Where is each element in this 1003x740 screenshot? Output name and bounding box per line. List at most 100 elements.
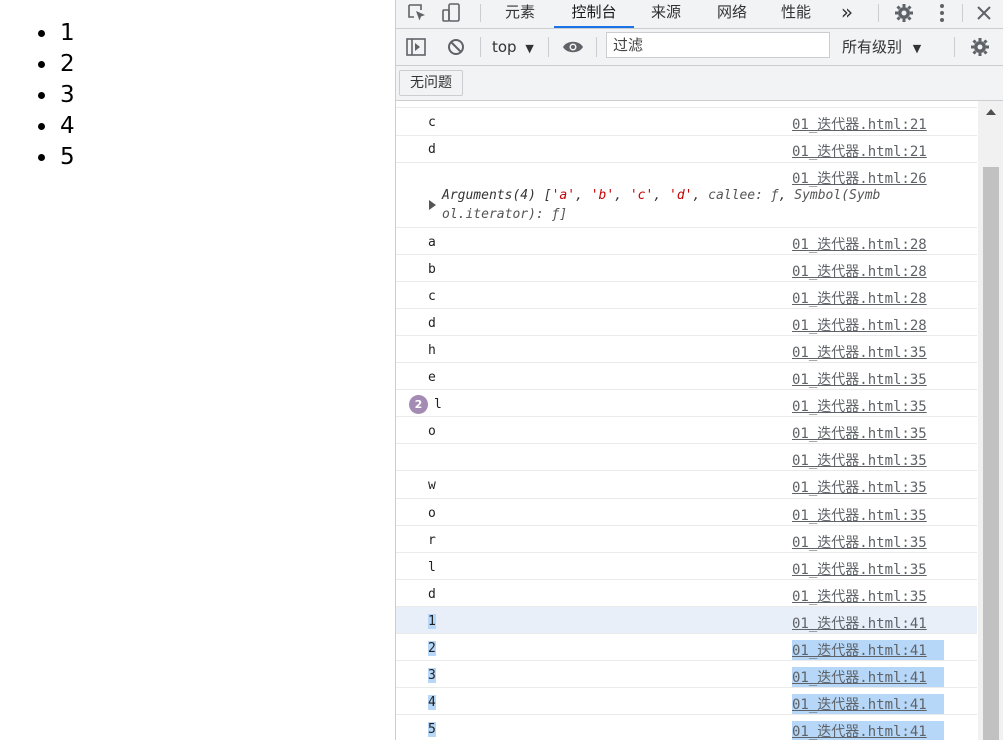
list-item: 5 xyxy=(58,142,75,173)
console-row: l 01_迭代器.html:35 xyxy=(396,553,977,580)
page-list: 1 2 3 4 5 xyxy=(0,18,75,173)
sidebar-toggle-icon[interactable] xyxy=(404,34,428,60)
console-row: 2 01_迭代器.html:41 xyxy=(396,634,977,661)
arguments-object[interactable]: Arguments(4) ['a', 'b', 'c', 'd', callee… xyxy=(442,186,942,224)
console-row: e 01_迭代器.html:35 xyxy=(396,363,977,390)
console-row: d 01_迭代器.html:21 xyxy=(396,135,977,163)
console-row: 3 01_迭代器.html:41 xyxy=(396,661,977,688)
dropdown-arrow-icon: ▼ xyxy=(912,42,922,55)
source-link[interactable]: 01_迭代器.html:28 xyxy=(792,234,927,254)
tab-console[interactable]: 控制台 xyxy=(554,0,634,28)
device-toolbar-icon[interactable] xyxy=(438,0,464,26)
source-link[interactable]: 01_迭代器.html:35 xyxy=(792,396,927,416)
arguments-prefix: Arguments(4) [ xyxy=(442,188,552,203)
console-row: r 01_迭代器.html:35 xyxy=(396,526,977,553)
console-toolbar: top ▼ 所有级别 ▼ xyxy=(396,29,1003,66)
tab-elements[interactable]: 元素 xyxy=(492,0,548,26)
more-tabs-icon[interactable]: » xyxy=(834,0,860,26)
console-message: l xyxy=(428,560,436,575)
arguments-callee: callee: ƒ xyxy=(708,188,779,203)
source-link[interactable]: 01_迭代器.html:21 xyxy=(792,114,927,134)
console-message: d xyxy=(428,316,436,331)
console-settings-gear-icon[interactable] xyxy=(968,34,992,60)
console-message: b xyxy=(428,262,436,277)
source-link[interactable]: 01_迭代器.html:28 xyxy=(792,288,927,308)
console-message: c xyxy=(428,115,436,130)
tab-performance[interactable]: 性能 xyxy=(770,0,822,26)
arguments-symbol-part1: Symbol(Symb xyxy=(794,188,881,203)
source-link[interactable]: 01_迭代器.html:35 xyxy=(792,450,927,470)
console-row: 4 01_迭代器.html:41 xyxy=(396,688,977,715)
console-row: 01_迭代器.html:35 xyxy=(396,444,977,471)
expand-triangle-icon[interactable] xyxy=(429,200,436,210)
console-row: a 01_迭代器.html:28 xyxy=(396,228,977,255)
source-link[interactable]: 01_迭代器.html:35 xyxy=(792,423,927,443)
arg-value: 'd' xyxy=(669,188,693,203)
close-icon[interactable] xyxy=(972,0,996,26)
scroll-up-arrow-icon[interactable] xyxy=(986,109,996,115)
console-message: e xyxy=(428,370,436,385)
source-link[interactable]: 01_迭代器.html:35 xyxy=(792,586,927,606)
kebab-menu-icon[interactable] xyxy=(932,0,952,26)
console-row: w 01_迭代器.html:35 xyxy=(396,471,977,499)
source-link[interactable]: 01_迭代器.html:41 xyxy=(792,640,944,660)
source-link[interactable]: 01_迭代器.html:35 xyxy=(792,505,927,525)
settings-gear-icon[interactable] xyxy=(892,0,916,26)
list-item: 1 xyxy=(58,18,75,49)
arg-value: 'c' xyxy=(629,188,654,203)
repeat-count-badge: 2 xyxy=(409,395,428,414)
console-message: 2 xyxy=(428,641,436,656)
console-scrollbar[interactable] xyxy=(978,101,1003,740)
tab-sources[interactable]: 来源 xyxy=(640,0,692,26)
scrollbar-thumb[interactable] xyxy=(983,167,999,740)
filter-input[interactable] xyxy=(606,32,830,58)
console-row: 2 l 01_迭代器.html:35 xyxy=(396,390,977,417)
console-message: o xyxy=(428,424,436,439)
no-issues-button[interactable]: 无问题 xyxy=(399,70,463,96)
source-link[interactable]: 01_迭代器.html:28 xyxy=(792,261,927,281)
console-message: w xyxy=(428,478,436,493)
console-message: 5 xyxy=(428,722,436,737)
console-message: 3 xyxy=(428,668,436,683)
live-expression-eye-icon[interactable] xyxy=(560,34,586,60)
console-row: b 01_迭代器.html:28 xyxy=(396,255,977,282)
source-link[interactable]: 01_迭代器.html:26 xyxy=(792,168,927,188)
arg-value: 'a' xyxy=(551,188,576,203)
console-row: c 01_迭代器.html:21 xyxy=(396,108,977,136)
source-link[interactable]: 01_迭代器.html:21 xyxy=(792,141,927,161)
devtools-panel: 元素 控制台 来源 网络 性能 » top ▼ 过滤 所有级别 ▼ 无问题 c … xyxy=(395,0,1003,740)
console-row: d 01_迭代器.html:35 xyxy=(396,580,977,607)
context-selector[interactable]: top ▼ xyxy=(492,37,534,59)
source-link[interactable]: 01_迭代器.html:35 xyxy=(792,369,927,389)
console-message: 4 xyxy=(428,695,436,710)
source-link[interactable]: 01_迭代器.html:41 xyxy=(792,667,944,687)
source-link[interactable]: 01_迭代器.html:41 xyxy=(792,694,944,714)
console-message: a xyxy=(428,235,436,250)
console-row-arguments: 01_迭代器.html:26 Arguments(4) ['a', 'b', '… xyxy=(396,162,977,228)
list-item: 4 xyxy=(58,111,75,142)
dropdown-arrow-icon: ▼ xyxy=(525,42,534,55)
devtools-tabbar: 元素 控制台 来源 网络 性能 » xyxy=(396,0,1003,29)
list-item: 3 xyxy=(58,80,75,111)
source-link[interactable]: 01_迭代器.html:28 xyxy=(792,315,927,335)
console-message: o xyxy=(428,506,436,521)
list-item: 2 xyxy=(58,49,75,80)
console-log-area: c 01_迭代器.html:21 d 01_迭代器.html:21 01_迭代器… xyxy=(396,101,977,740)
console-row: d 01_迭代器.html:28 xyxy=(396,309,977,336)
log-levels-dropdown[interactable]: 所有级别 ▼ xyxy=(842,37,921,59)
console-row: o 01_迭代器.html:35 xyxy=(396,417,977,444)
tab-network[interactable]: 网络 xyxy=(704,0,760,26)
source-link[interactable]: 01_迭代器.html:41 xyxy=(792,721,944,740)
inspect-element-icon[interactable] xyxy=(404,0,430,26)
issues-bar: 无问题 xyxy=(396,66,1003,101)
clear-console-icon[interactable] xyxy=(444,34,468,60)
source-link[interactable]: 01_迭代器.html:35 xyxy=(792,477,927,497)
log-levels-label: 所有级别 xyxy=(842,38,903,56)
source-link[interactable]: 01_迭代器.html:35 xyxy=(792,559,927,579)
source-link[interactable]: 01_迭代器.html:41 xyxy=(792,613,927,633)
context-label: top xyxy=(492,38,517,56)
source-link[interactable]: 01_迭代器.html:35 xyxy=(792,342,927,362)
console-message: d xyxy=(428,587,436,602)
source-link[interactable]: 01_迭代器.html:35 xyxy=(792,532,927,552)
console-row: h 01_迭代器.html:35 xyxy=(396,336,977,363)
